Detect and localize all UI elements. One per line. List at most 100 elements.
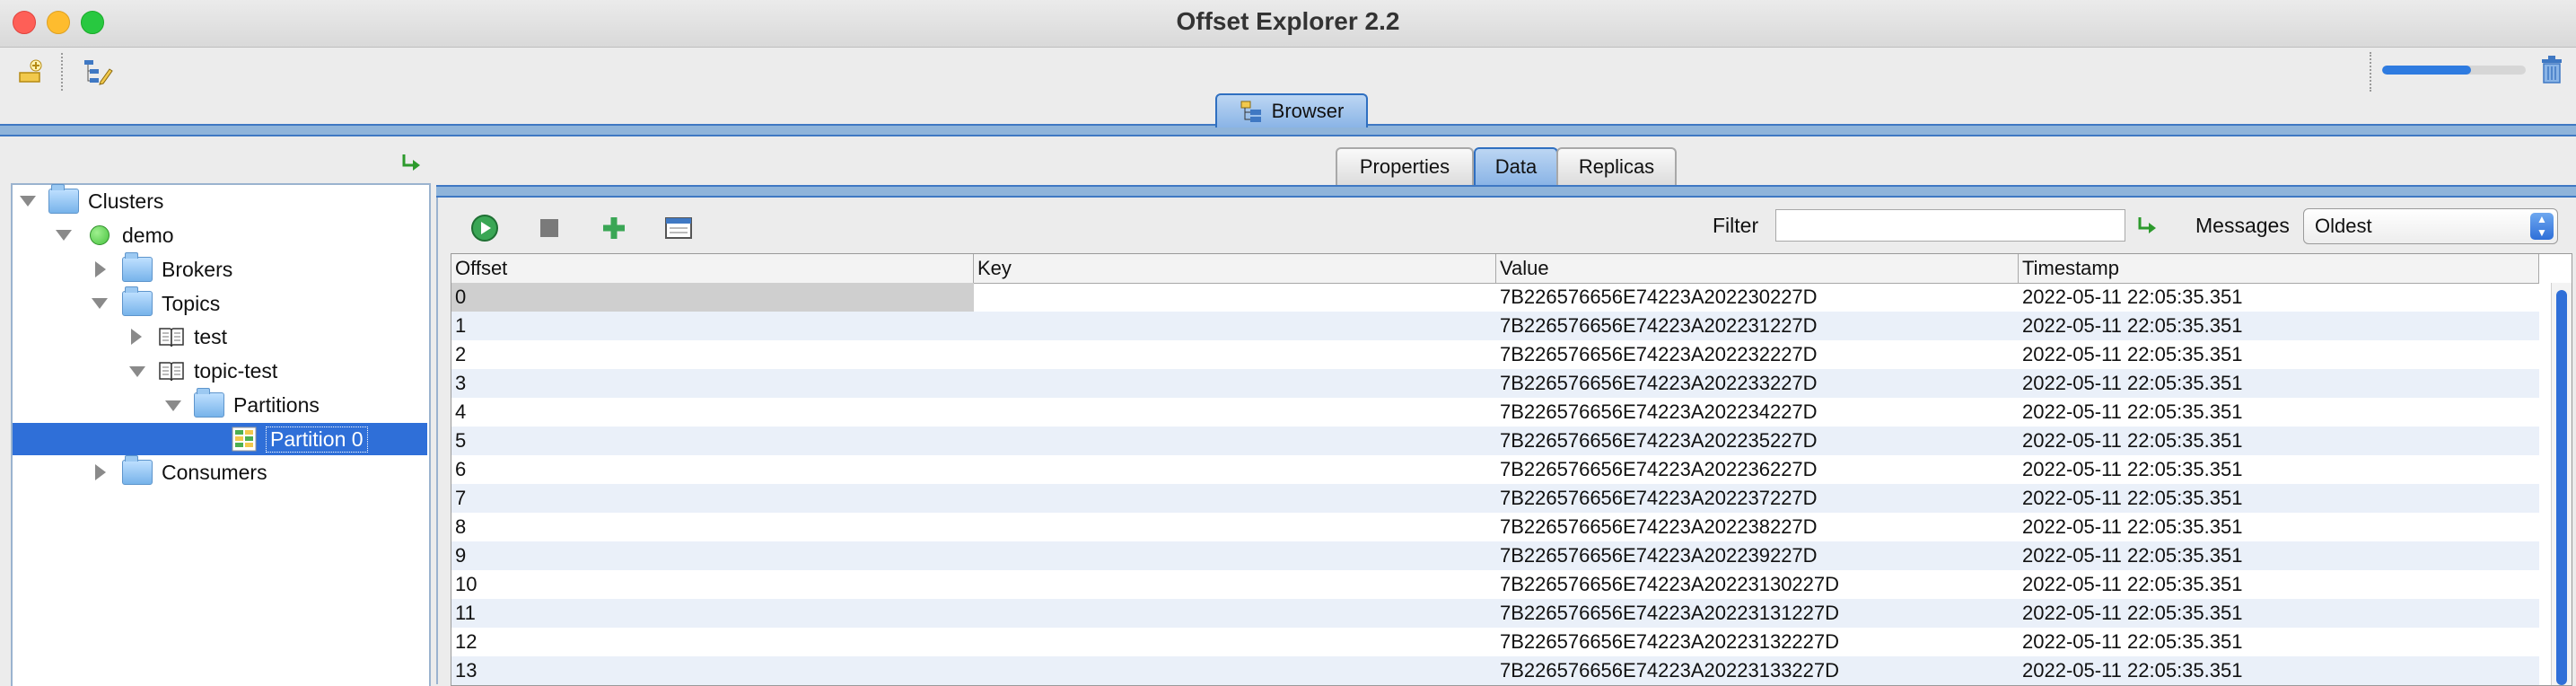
expand-arrow-icon[interactable] [56,230,72,241]
table-row[interactable]: 7 7B226576656E74223A202237227D 2022-05-11 … [451,484,2539,513]
trash-icon [2542,56,2562,84]
cell-value: 7B226576656E74223A20223131227D [1500,602,1840,624]
column-header-value[interactable]: Value [1496,254,2019,283]
tree-node-topic-test[interactable]: test [158,321,227,353]
table-row[interactable]: 10 7B226576656E74223A20223130227D 2022-05-… [451,570,2539,599]
collapse-arrow-icon[interactable] [95,464,106,480]
folder-icon [48,184,79,214]
cell-key [974,398,1496,427]
cell-timestamp: 2022-05-11 22:05:35.351 [2022,400,2243,423]
table-row[interactable]: 5 7B226576656E74223A202235227D 2022-05-11 … [451,427,2539,455]
add-cluster-button[interactable] [14,55,48,89]
tree-node-brokers[interactable]: Brokers [122,252,232,286]
table-row[interactable]: 2 7B226576656E74223A202232227D 2022-05-11 … [451,340,2539,369]
tab-replicas[interactable]: Replicas [1556,147,1677,185]
cell-value: 7B226576656E74223A202231227D [1500,314,1818,337]
stop-icon [540,219,558,237]
tree-node-clusters[interactable]: Clusters [48,184,164,217]
vertical-scrollbar[interactable] [2551,283,2572,685]
table-row[interactable]: 11 7B226576656E74223A20223131227D 2022-05-… [451,599,2539,628]
tree-node-topics[interactable]: Topics [122,286,220,320]
table-row[interactable]: 1 7B226576656E74223A202231227D 2022-05-11 … [451,312,2539,340]
column-header-key[interactable]: Key [974,254,1496,283]
column-header-offset[interactable]: Offset [451,254,974,283]
tree-node-partition-0[interactable]: Partition 0 [232,423,368,455]
tab-data[interactable]: Data [1474,147,1558,185]
garbage-collect-button[interactable] [2538,54,2565,84]
collapse-arrow-icon[interactable] [95,261,106,277]
add-message-button[interactable] [598,212,630,244]
view-settings-button[interactable] [662,212,695,244]
expand-arrow-icon[interactable] [129,366,145,377]
cell-timestamp: 2022-05-11 22:05:35.351 [2022,458,2243,480]
tab-browser-label: Browser [1271,100,1345,122]
table-row[interactable]: 3 7B226576656E74223A202233227D 2022-05-11 … [451,369,2539,398]
table-row[interactable]: 13 7B226576656E74223A20223133227D 2022-05-… [451,656,2539,685]
cell-key [974,369,1496,398]
tree-node-partitions[interactable]: Partitions [194,388,320,421]
table-row[interactable]: 0 7B226576656E74223A202230227D 2022-05-11 … [451,283,2539,312]
tab-properties[interactable]: Properties [1336,147,1474,185]
table-row[interactable]: 9 7B226576656E74223A202239227D 2022-05-11 … [451,541,2539,570]
cell-key [974,541,1496,570]
green-arrow-down-icon [402,154,420,171]
window-title: Offset Explorer 2.2 [1176,7,1400,35]
cell-key [974,656,1496,685]
cell-offset: 7 [455,487,467,509]
column-header-timestamp[interactable]: Timestamp [2019,254,2539,283]
collapse-arrow-icon[interactable] [131,329,142,345]
green-arrow-down-icon [2138,217,2156,233]
edit-tree-button[interactable] [81,55,115,89]
cell-key [974,455,1496,484]
tree-expand-button[interactable] [399,151,424,176]
apply-filter-button[interactable] [2134,214,2160,239]
cell-key [974,427,1496,455]
plus-icon [603,217,625,239]
cell-offset: 8 [455,515,467,538]
cell-offset: 9 [455,544,467,567]
expand-arrow-icon[interactable] [20,196,36,207]
tree-node-cluster-demo[interactable]: demo [90,219,174,251]
cell-key [974,570,1496,599]
cell-timestamp: 2022-05-11 22:05:35.351 [2022,429,2243,452]
cell-offset: 10 [455,573,478,595]
title-bar: Offset Explorer 2.2 [0,0,2576,48]
messages-select[interactable]: Oldest ▲ ▼ [2303,208,2558,244]
scrollbar-thumb[interactable] [2556,290,2567,685]
tree-node-label: Clusters [88,189,164,213]
tree-node-label: demo [122,223,174,247]
cell-timestamp: 2022-05-11 22:05:35.351 [2022,630,2243,653]
cell-key [974,283,1496,312]
cell-value: 7B226576656E74223A20223130227D [1500,573,1840,595]
messages-selected-value: Oldest [2315,215,2372,237]
tab-browser[interactable]: Browser [1215,93,1368,128]
cell-key [974,628,1496,656]
add-cluster-icon [19,59,42,83]
table-row[interactable]: 12 7B226576656E74223A20223132227D 2022-05-… [451,628,2539,656]
tree-node-topic-topic-test[interactable]: topic-test [158,355,277,387]
filter-input[interactable] [1775,209,2125,242]
cell-offset: 0 [451,283,974,312]
run-button[interactable] [469,212,501,244]
edit-tree-icon [84,60,113,85]
cell-value: 7B226576656E74223A20223132227D [1500,630,1840,653]
messages-label: Messages [2195,214,2290,237]
folder-icon [122,455,153,485]
stop-button[interactable] [533,212,565,244]
folder-icon [194,388,224,418]
cell-timestamp: 2022-05-11 22:05:35.351 [2022,314,2243,337]
tree-node-label: Partition 0 [266,426,368,453]
cell-value: 7B226576656E74223A202233227D [1500,372,1818,394]
table-row[interactable]: 8 7B226576656E74223A202238227D 2022-05-11 … [451,513,2539,541]
tree-node-consumers[interactable]: Consumers [122,455,267,488]
cell-offset: 2 [455,343,467,365]
cell-value: 7B226576656E74223A202236227D [1500,458,1818,480]
cell-offset: 13 [455,659,478,682]
expand-arrow-icon[interactable] [165,400,181,411]
cell-value: 7B226576656E74223A202238227D [1500,515,1818,538]
table-row[interactable]: 4 7B226576656E74223A202234227D 2022-05-11 … [451,398,2539,427]
table-row[interactable]: 6 7B226576656E74223A202236227D 2022-05-11 … [451,455,2539,484]
cell-value: 7B226576656E74223A202235227D [1500,429,1818,452]
expand-arrow-icon[interactable] [92,298,108,309]
cell-timestamp: 2022-05-11 22:05:35.351 [2022,544,2243,567]
